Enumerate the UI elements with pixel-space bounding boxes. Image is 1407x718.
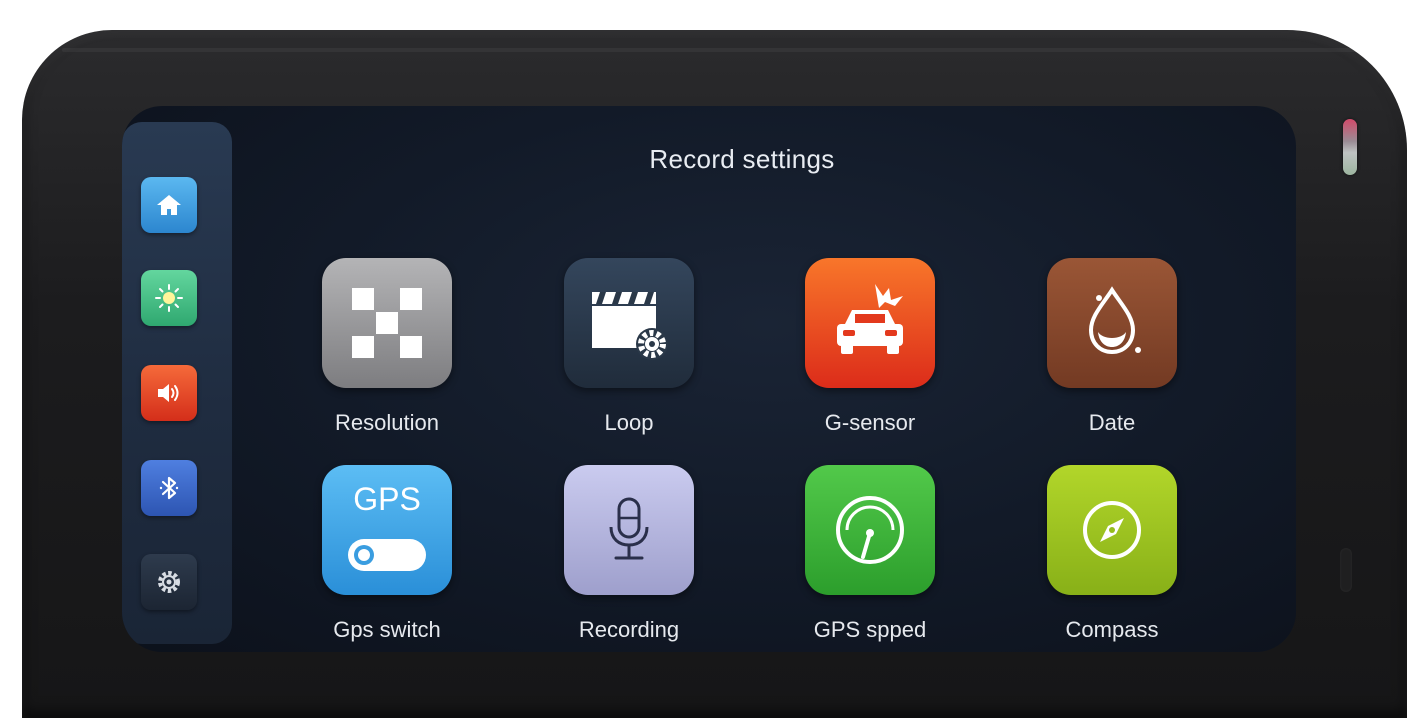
bluetooth-button[interactable] [141, 460, 197, 516]
bezel-highlight [62, 48, 1362, 52]
tile-label: Gps switch [333, 617, 441, 642]
page-title: Record settings [649, 144, 835, 174]
tile-label: Recording [578, 617, 680, 642]
loop-button[interactable] [564, 258, 694, 388]
tile-gps-speed[interactable]: GPS spped [805, 465, 935, 643]
droplet-icon [1088, 286, 1141, 355]
recording-button[interactable] [564, 465, 694, 595]
tile-g-sensor[interactable]: G-sensor [805, 258, 935, 436]
settings-icon [158, 571, 180, 593]
tile-gps-switch[interactable]: GPS Gps switch [322, 465, 452, 643]
date-button[interactable] [1047, 258, 1177, 388]
resolution-icon [352, 288, 422, 358]
light-sensor [1340, 548, 1352, 592]
tile-date[interactable]: Date [1047, 258, 1177, 436]
home-icon [157, 195, 181, 215]
volume-icon [158, 384, 179, 402]
tile-label: G-sensor [824, 410, 916, 435]
gps-speed-button[interactable] [805, 465, 935, 595]
g-sensor-button[interactable] [805, 258, 935, 388]
tile-loop[interactable]: Loop [564, 258, 694, 436]
device-bezel: Record settings Resolution Loop G-sensor… [22, 30, 1407, 718]
tile-resolution[interactable]: Resolution [322, 258, 452, 436]
tile-label: Compass [1065, 617, 1159, 642]
tile-recording[interactable]: Recording [564, 465, 694, 643]
screen: Record settings Resolution Loop G-sensor… [122, 106, 1296, 652]
tile-label: Loop [604, 410, 654, 435]
tile-label: Date [1088, 410, 1136, 435]
resolution-button[interactable] [322, 258, 452, 388]
compass-icon [1083, 501, 1141, 559]
settings-button[interactable] [141, 554, 197, 610]
tile-label: GPS spped [813, 617, 927, 642]
home-button[interactable] [141, 177, 197, 233]
tile-label: Resolution [335, 410, 439, 435]
compass-button[interactable] [1047, 465, 1177, 595]
sidebar [122, 122, 232, 644]
gps-toggle-icon [348, 539, 426, 571]
loop-video-icon [592, 292, 668, 360]
volume-button[interactable] [141, 365, 197, 421]
car-crash-icon [837, 284, 903, 354]
gps-switch-button[interactable]: GPS [322, 465, 452, 595]
brightness-button[interactable] [141, 270, 197, 326]
speedometer-icon [836, 496, 904, 564]
bluetooth-icon [159, 476, 179, 500]
tile-compass[interactable]: Compass [1047, 465, 1177, 643]
microphone-icon [609, 497, 649, 560]
status-led [1343, 119, 1357, 175]
brightness-icon [155, 284, 183, 312]
